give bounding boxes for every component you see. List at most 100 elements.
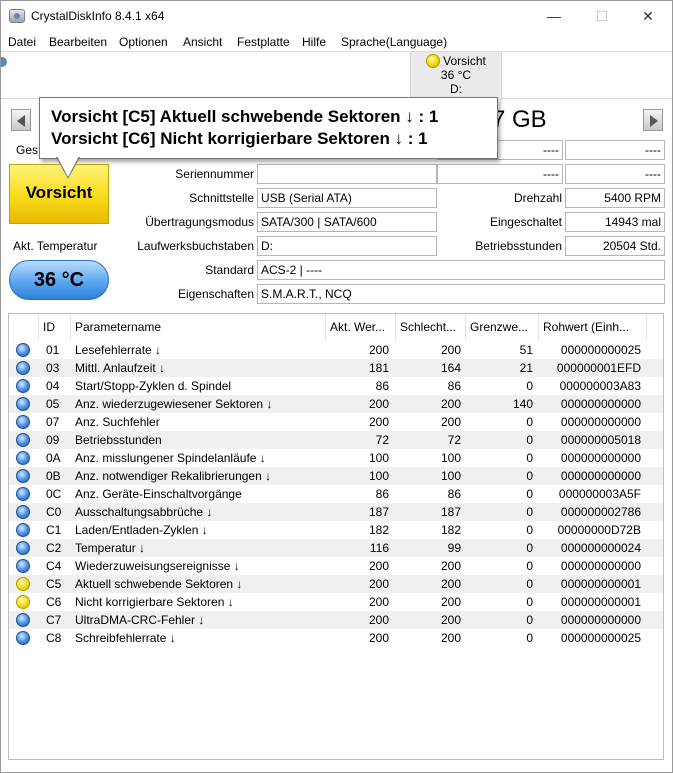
cell-id: C2 [46, 541, 62, 555]
cell-current: 200 [368, 415, 389, 429]
table-row[interactable]: C4 Wiederzuweisungsereignisse ↓ 200 200 0 000… [9, 557, 663, 575]
table-row[interactable]: 05 Anz. wiederzugewiesener Sektoren ↓ 200 2… [9, 395, 663, 413]
table-row[interactable]: 0B Anz. notwendiger Rekalibrierungen ↓ 100… [9, 467, 663, 485]
col-header-status[interactable] [9, 314, 39, 340]
cell-id: C7 [46, 613, 62, 627]
cell-name: Ausschaltungsabbrüche ↓ [75, 505, 213, 519]
good-status-icon [16, 613, 30, 627]
disk-temperature: 36 °C [440, 68, 472, 82]
tooltip-pointer [56, 156, 80, 179]
good-status-icon [16, 415, 30, 429]
cell-threshold: 0 [526, 487, 533, 501]
table-row[interactable]: 01 Lesefehlerrate ↓ 200 200 51 000000000025 [9, 341, 663, 359]
cell-worst: 200 [440, 343, 461, 357]
cell-worst: 182 [440, 523, 461, 537]
next-disk-arrow-icon[interactable] [643, 109, 663, 131]
col-header-id[interactable]: ID [39, 314, 71, 340]
table-row[interactable]: 07 Anz. Suchfehler 200 200 0 000000000000 [9, 413, 663, 431]
cell-worst: 200 [440, 415, 461, 429]
cell-id: C0 [46, 505, 62, 519]
cell-threshold: 140 [512, 397, 533, 411]
cell-id: 0B [46, 469, 61, 483]
cell-current: 200 [368, 577, 389, 591]
cell-current: 100 [368, 469, 389, 483]
standard-label: Standard [205, 263, 254, 277]
serial-label: Seriennummer [175, 167, 254, 181]
cell-name: Schreibfehlerrate ↓ [75, 631, 176, 645]
table-row[interactable]: 0A Anz. misslungener Spindelanläufe ↓ 100 1… [9, 449, 663, 467]
table-row[interactable]: C8 Schreibfehlerrate ↓ 200 200 0 000000000025 [9, 629, 663, 647]
table-row[interactable]: C6 Nicht korrigierbare Sektoren ↓ 200 200 0 0… [9, 593, 663, 611]
menu-datei[interactable]: Datei [8, 35, 36, 49]
cell-worst: 200 [440, 595, 461, 609]
close-button[interactable]: ✕ [625, 1, 671, 31]
col-header-raw[interactable]: Rohwert (Einh... [539, 314, 647, 340]
temperature-label: Akt. Temperatur [13, 239, 98, 253]
cell-raw: 000000002786 [560, 505, 641, 519]
cell-id: 09 [46, 433, 60, 447]
transfer-mode-label: Übertragungsmodus [145, 215, 254, 229]
smart-table[interactable]: ID Parametername Akt. Wer... Schlecht...… [8, 313, 664, 760]
maximize-button[interactable]: ☐ [579, 1, 625, 31]
cell-raw: 000000000025 [560, 631, 641, 645]
features-field: S.M.A.R.T., NCQ [257, 284, 665, 304]
cell-threshold: 0 [526, 523, 533, 537]
table-row[interactable]: C2 Temperatur ↓ 116 99 0 000000000024 [9, 539, 663, 557]
cell-threshold: 0 [526, 451, 533, 465]
menu-optionen[interactable]: Optionen [119, 35, 168, 49]
table-row[interactable]: 04 Start/Stopp-Zyklen d. Spindel 86 86 0 0000… [9, 377, 663, 395]
menu-bearbeiten[interactable]: Bearbeiten [49, 35, 107, 49]
cell-name: Betriebsstunden [75, 433, 162, 447]
menu-ansicht[interactable]: Ansicht [183, 35, 222, 49]
menu-festplatte[interactable]: Festplatte [237, 35, 290, 49]
cell-worst: 200 [440, 631, 461, 645]
good-status-icon [16, 361, 30, 375]
previous-disk-arrow-icon[interactable] [11, 109, 31, 131]
cell-threshold: 0 [526, 559, 533, 573]
cell-name: Wiederzuweisungsereignisse ↓ [75, 559, 240, 573]
cell-current: 200 [368, 595, 389, 609]
buffer-value-field: ---- [565, 164, 665, 184]
disk-toolbar: Vorsicht 36 °C D: [1, 51, 672, 100]
health-label: Ges [16, 143, 39, 157]
cell-current: 72 [375, 433, 389, 447]
cell-raw: 000000000025 [560, 343, 641, 357]
minimize-button[interactable]: — [531, 1, 577, 31]
cell-id: C1 [46, 523, 62, 537]
cell-threshold: 0 [526, 505, 533, 519]
table-row[interactable]: C0 Ausschaltungsabbrüche ↓ 187 187 0 00000000… [9, 503, 663, 521]
caution-status-icon [16, 595, 30, 609]
temperature-button[interactable]: 36 °C [9, 260, 109, 300]
power-on-hours-field: 20504 Std. [565, 236, 665, 256]
table-row[interactable]: C7 UltraDMA-CRC-Fehler ↓ 200 200 0 0000000000… [9, 611, 663, 629]
table-row[interactable]: 03 Mittl. Anlaufzeit ↓ 181 164 21 000000001EF… [9, 359, 663, 377]
scroll-indicator-icon [1, 57, 7, 67]
menu-hilfe[interactable]: Hilfe [302, 35, 326, 49]
cell-id: C4 [46, 559, 62, 573]
col-header-current[interactable]: Akt. Wer... [326, 314, 396, 340]
cell-raw: 000000000000 [560, 613, 641, 627]
disk-status: Vorsicht [443, 54, 486, 68]
table-row[interactable]: 0C Anz. Geräte-Einschaltvorgänge 86 86 0 0000… [9, 485, 663, 503]
col-header-worst[interactable]: Schlecht... [396, 314, 466, 340]
cell-current: 200 [368, 559, 389, 573]
power-on-count-label: Eingeschaltet [489, 215, 562, 229]
cell-name: Anz. Suchfehler [75, 415, 160, 429]
table-row[interactable]: 09 Betriebsstunden 72 72 0 000000005018 [9, 431, 663, 449]
col-header-threshold[interactable]: Grenzwe... [466, 314, 539, 340]
cell-worst: 164 [440, 361, 461, 375]
cell-current: 200 [368, 613, 389, 627]
window-title: CrystalDiskInfo 8.4.1 x64 [31, 9, 165, 23]
col-header-name[interactable]: Parametername [71, 314, 326, 340]
menu-sprache[interactable]: Sprache(Language) [341, 35, 447, 49]
disk-select-button[interactable]: Vorsicht 36 °C D: [410, 52, 502, 100]
title-bar[interactable]: CrystalDiskInfo 8.4.1 x64 — ☐ ✕ [1, 1, 672, 31]
cell-raw: 000000003A5F [558, 487, 641, 501]
table-row[interactable]: C1 Laden/Entladen-Zyklen ↓ 182 182 0 00000000… [9, 521, 663, 539]
good-status-icon [16, 505, 30, 519]
cell-name: Anz. notwendiger Rekalibrierungen ↓ [75, 469, 272, 483]
good-status-icon [16, 469, 30, 483]
cell-threshold: 0 [526, 415, 533, 429]
table-row[interactable]: C5 Aktuell schwebende Sektoren ↓ 200 200 0 00… [9, 575, 663, 593]
cell-worst: 99 [447, 541, 461, 555]
